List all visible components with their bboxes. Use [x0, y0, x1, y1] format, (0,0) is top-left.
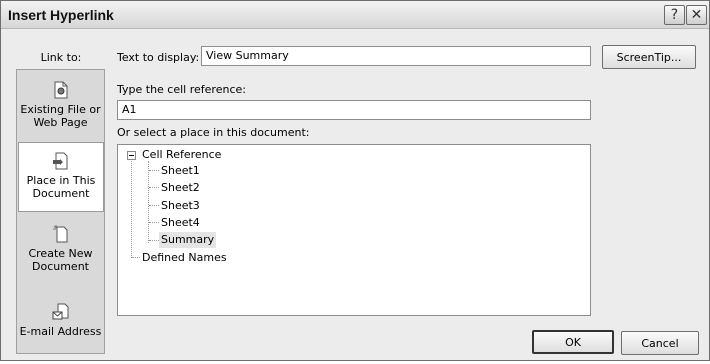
link-to-existing-file-line2: Web Page	[33, 116, 88, 129]
tree-guide-children	[148, 161, 149, 243]
link-to-existing-file-line1: Existing File or	[20, 103, 101, 116]
help-button[interactable]: ?	[664, 5, 685, 25]
title-bar: Insert Hyperlink ? ✕	[1, 1, 709, 29]
link-to-email-line1: E-mail Address	[19, 325, 102, 338]
link-to-create-new-line2: Document	[32, 260, 89, 273]
cancel-button[interactable]: Cancel	[621, 331, 699, 355]
tree-node-sheet2[interactable]: Sheet2	[161, 180, 200, 196]
create-new-document-icon	[52, 225, 67, 243]
existing-file-icon	[54, 81, 67, 99]
cell-reference-input[interactable]: A1	[117, 100, 591, 120]
link-to-existing-file[interactable]: Existing File or Web Page	[17, 72, 104, 142]
tree-branch-sheet4	[149, 222, 159, 223]
link-to-panel: Existing File or Web Page Place in This …	[16, 69, 105, 354]
text-to-display-input[interactable]: View Summary	[201, 46, 591, 66]
place-in-document-label: Or select a place in this document:	[117, 126, 310, 139]
link-to-email-address[interactable]: E-mail Address	[17, 294, 104, 364]
tree-node-summary[interactable]: Summary	[159, 232, 217, 248]
email-address-icon	[52, 303, 68, 320]
link-to-label: Link to:	[40, 51, 82, 64]
text-to-display-label: Text to display:	[117, 51, 200, 64]
tree-guide-root	[131, 161, 132, 258]
ok-button[interactable]: OK	[532, 330, 614, 354]
insert-hyperlink-dialog: Insert Hyperlink ? ✕ Link to: Existing F…	[0, 0, 710, 361]
tree-node-defined-names[interactable]: Defined Names	[142, 250, 227, 266]
link-to-create-new-line1: Create New	[28, 247, 93, 260]
tree-node-sheet1[interactable]: Sheet1	[161, 163, 200, 179]
tree-branch-sheet2	[149, 187, 159, 188]
tree-branch-sheet1	[149, 170, 159, 171]
document-places-tree[interactable]: Cell Reference Sheet1 Sheet2 Sheet3 Shee…	[117, 144, 591, 316]
link-to-place-line1: Place in This	[26, 174, 96, 187]
link-to-place-line2: Document	[32, 187, 90, 200]
collapse-icon[interactable]	[127, 151, 136, 160]
close-button[interactable]: ✕	[686, 5, 707, 25]
tree-node-sheet4[interactable]: Sheet4	[161, 215, 200, 231]
link-to-place-in-document[interactable]: Place in This Document	[18, 142, 104, 212]
dialog-title: Insert Hyperlink	[8, 7, 114, 23]
cell-reference-label: Type the cell reference:	[117, 83, 246, 96]
tree-branch-sheet3	[149, 205, 159, 206]
link-to-create-new-document[interactable]: Create New Document	[17, 216, 104, 286]
tree-branch-summary	[149, 240, 159, 241]
screentip-button[interactable]: ScreenTip...	[602, 45, 696, 69]
tree-branch-defined-names	[132, 257, 140, 258]
close-icon: ✕	[690, 7, 703, 23]
tree-node-sheet3[interactable]: Sheet3	[161, 198, 200, 214]
tree-node-cell-reference[interactable]: Cell Reference	[142, 147, 221, 163]
help-icon: ?	[670, 7, 679, 23]
place-in-document-icon	[53, 152, 68, 170]
